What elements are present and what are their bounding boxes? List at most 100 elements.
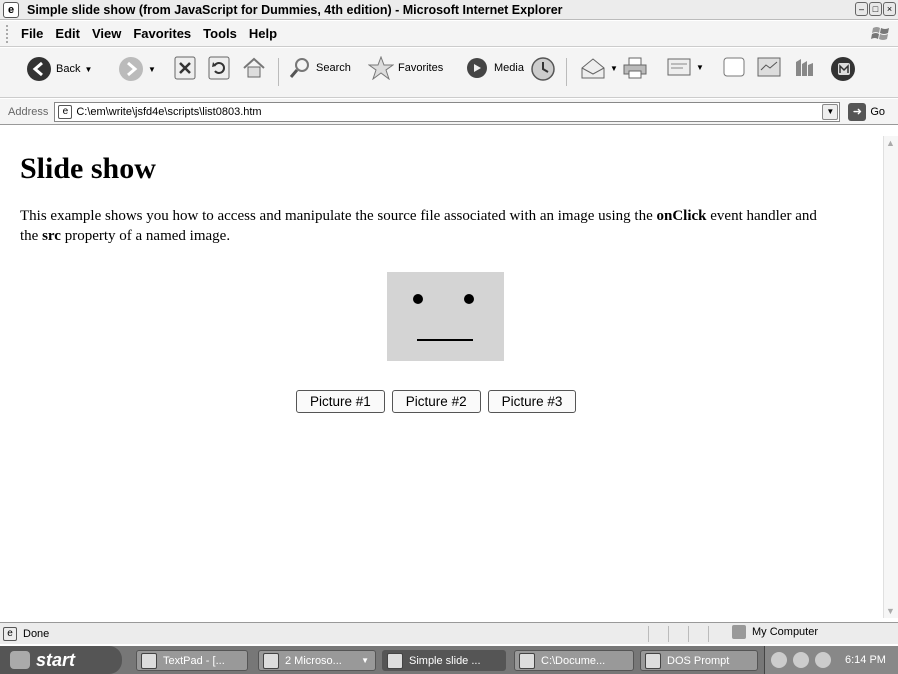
intro-text: This example shows you how to access and…: [20, 208, 657, 224]
address-input[interactable]: e C:\em\write\jsfd4e\scripts\list0803.ht…: [54, 101, 841, 122]
task-ie[interactable]: Simple slide ...: [382, 650, 506, 671]
mail-button[interactable]: ▼: [580, 56, 618, 80]
task-label: 2 Microso...: [285, 654, 342, 667]
messenger-icon: [796, 59, 813, 76]
task-label: Simple slide ...: [409, 654, 481, 667]
title-bar: e Simple slide show (from JavaScript for…: [0, 0, 898, 20]
menu-file[interactable]: File: [21, 26, 43, 41]
home-icon: [243, 57, 265, 78]
toolbar-grip[interactable]: [6, 24, 9, 43]
group-dropdown-icon[interactable]: ▼: [361, 656, 369, 665]
task-label: TextPad - [...: [163, 654, 225, 667]
edit-button[interactable]: ▼: [666, 56, 704, 78]
network-icon[interactable]: [793, 652, 809, 668]
discuss-button[interactable]: [722, 56, 746, 78]
show-hidden-icons-icon[interactable]: [771, 652, 787, 668]
src-keyword: src: [42, 228, 61, 244]
toolbar-separator: [278, 58, 279, 86]
address-label: Address: [8, 105, 49, 118]
ie-page-icon: e: [3, 1, 19, 18]
edit-dropdown-icon[interactable]: ▼: [696, 63, 704, 72]
maximize-icon[interactable]: □: [869, 2, 882, 16]
address-dropdown-icon[interactable]: ▼: [822, 103, 839, 120]
msn-money-icon: [831, 57, 855, 81]
go-button[interactable]: Go: [870, 106, 885, 118]
page-heading: Slide show: [20, 152, 156, 185]
task-label: C:\Docume...: [541, 654, 606, 667]
history-icon: [531, 57, 555, 81]
security-zone: My Computer: [732, 625, 818, 639]
menu-help[interactable]: Help: [249, 26, 277, 41]
back-arrow-icon: [27, 57, 51, 81]
address-bar: Address e C:\em\write\jsfd4e\scripts\lis…: [0, 99, 898, 125]
status-text: Done: [23, 627, 50, 640]
refresh-button[interactable]: [208, 56, 230, 80]
back-label: Back: [56, 63, 81, 75]
favorites-star-icon: [368, 56, 394, 80]
search-button[interactable]: Search: [288, 56, 351, 80]
discuss-icon: [723, 57, 745, 77]
menu-edit[interactable]: Edit: [55, 26, 80, 41]
picture-buttons: Picture #1 Picture #2 Picture #3: [296, 390, 577, 413]
picture-3-button[interactable]: Picture #3: [487, 390, 577, 413]
minimize-icon[interactable]: –: [855, 2, 868, 16]
address-value[interactable]: C:\em\write\jsfd4e\scripts\list0803.htm: [76, 106, 261, 118]
task-explorer[interactable]: C:\Docume...: [514, 650, 634, 671]
task-word[interactable]: 2 Microso... ▼: [258, 650, 376, 671]
favorites-label: Favorites: [398, 62, 444, 74]
status-panes: [648, 626, 728, 642]
scroll-down-icon[interactable]: ▼: [886, 606, 895, 616]
close-icon[interactable]: ×: [883, 2, 896, 16]
intro-text: property of a named image.: [60, 228, 231, 244]
back-button[interactable]: Back ▼: [26, 56, 92, 82]
messenger-button[interactable]: [792, 56, 816, 80]
task-label: DOS Prompt: [667, 654, 730, 667]
page-done-icon: e: [3, 626, 17, 641]
print-icon: [623, 57, 647, 79]
menu-bar: File Edit View Favorites Tools Help: [0, 21, 898, 47]
back-dropdown-icon[interactable]: ▼: [84, 65, 92, 74]
right-eye: [464, 294, 474, 304]
my-computer-icon: [732, 625, 746, 639]
picture-2-button[interactable]: Picture #2: [391, 390, 481, 413]
status-pane: [708, 626, 728, 642]
forward-arrow-icon: [119, 57, 143, 81]
forward-dropdown-icon[interactable]: ▼: [148, 65, 156, 74]
media-icon: [467, 58, 487, 78]
go-arrow-icon[interactable]: ➜: [848, 102, 867, 121]
menu-tools[interactable]: Tools: [203, 26, 237, 41]
clock[interactable]: 6:14 PM: [845, 654, 886, 666]
standard-toolbar: Back ▼ ▼ Search Favorites Media ▼ ▼: [0, 48, 898, 98]
stop-button[interactable]: [174, 56, 196, 80]
intro-paragraph: This example shows you how to access and…: [20, 206, 830, 246]
edit-icon: [667, 58, 691, 76]
start-button[interactable]: start: [0, 646, 122, 674]
money-button[interactable]: [830, 56, 856, 82]
task-dos[interactable]: DOS Prompt: [640, 650, 758, 671]
menu-view[interactable]: View: [92, 26, 121, 41]
volume-icon[interactable]: [815, 652, 831, 668]
windows-logo-icon: [871, 27, 889, 40]
vertical-scrollbar[interactable]: ▲ ▼: [883, 136, 898, 618]
stop-icon: [174, 56, 196, 80]
ie-icon: [387, 652, 403, 669]
task-textpad[interactable]: TextPad - [...: [136, 650, 248, 671]
word-icon: [263, 652, 279, 669]
start-label: start: [36, 649, 76, 670]
home-button[interactable]: [242, 56, 266, 80]
taskbar: start TextPad - [... 2 Microso... ▼ Simp…: [0, 646, 898, 674]
media-button[interactable]: Media: [464, 56, 524, 80]
menu-favorites[interactable]: Favorites: [133, 26, 191, 41]
refresh-icon: [208, 56, 230, 80]
favorites-button[interactable]: Favorites: [368, 56, 443, 80]
history-button[interactable]: [530, 56, 556, 82]
search-label: Search: [316, 62, 351, 74]
research-button[interactable]: [756, 56, 782, 78]
picture-1-button[interactable]: Picture #1: [296, 390, 385, 413]
media-label: Media: [494, 62, 524, 74]
forward-button[interactable]: ▼: [118, 56, 156, 82]
scroll-up-icon[interactable]: ▲: [886, 138, 895, 148]
mail-dropdown-icon[interactable]: ▼: [610, 64, 618, 73]
print-button[interactable]: [622, 56, 648, 80]
mouth-line: [417, 339, 473, 341]
